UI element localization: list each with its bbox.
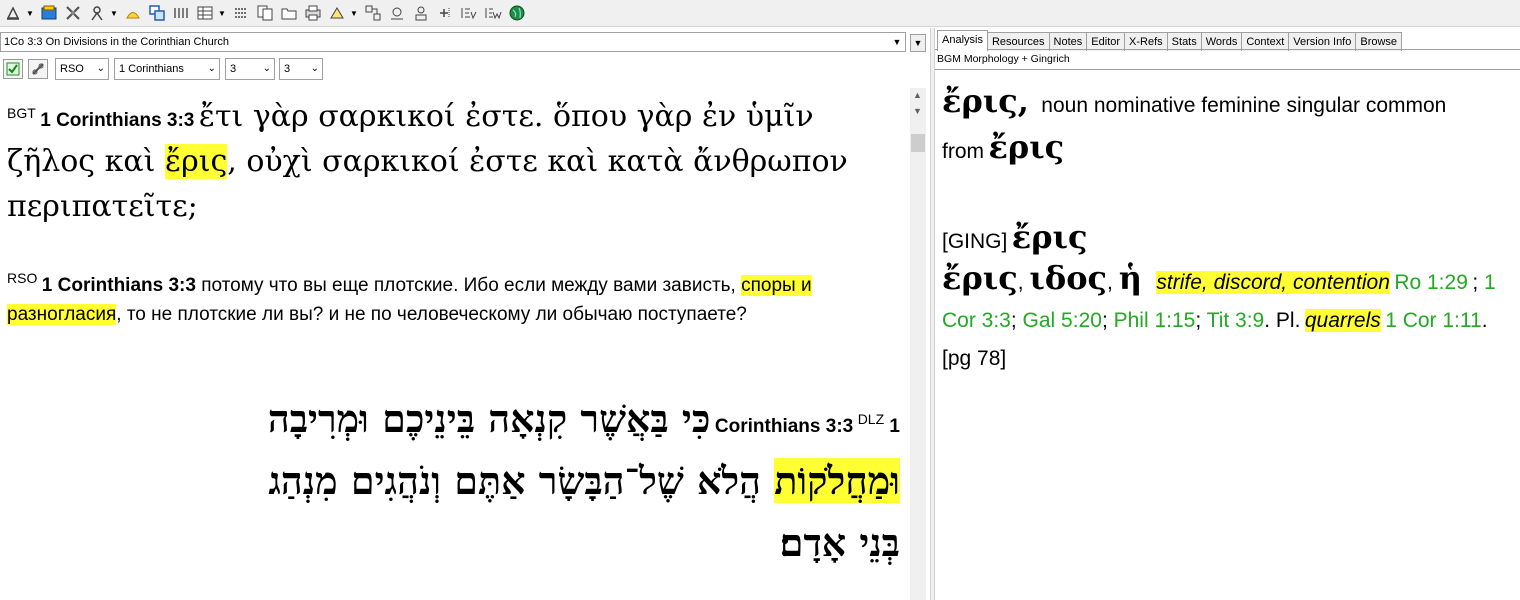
- ew-icon[interactable]: [482, 2, 504, 24]
- chevron-down-icon[interactable]: ⌄: [208, 59, 216, 79]
- gloss-highlight: strife, discord, contention: [1156, 271, 1390, 294]
- copy-icon[interactable]: [254, 2, 276, 24]
- reference-icon[interactable]: [362, 2, 384, 24]
- divider: [935, 69, 1520, 70]
- scripture-ref-link[interactable]: Phil 1:15: [1114, 309, 1196, 332]
- verse-reference[interactable]: 1 Corinthians 3:3: [42, 275, 196, 296]
- verse-text-area: BGT 1 Corinthians 3:3 ἔτι γὰρ σαρκικοί ἐ…: [0, 88, 908, 600]
- ev-icon[interactable]: [458, 2, 480, 24]
- scripture-ref-link[interactable]: 1 Cor 1:11: [1385, 309, 1482, 332]
- tab-divider: [935, 49, 1520, 50]
- lemma-word[interactable]: ἔρις: [988, 128, 1064, 166]
- hebrew-line-3: בְּנֵי אָדָם׃: [20, 512, 900, 574]
- chevron-down-icon[interactable]: ▼: [26, 2, 34, 24]
- user-icon[interactable]: [410, 2, 432, 24]
- analysis-source-label[interactable]: BGM Morphology + Gingrich: [937, 53, 1070, 65]
- lemma-line: from ἔρις: [942, 128, 1064, 166]
- hebrew-line-2: וּמַחֲלֹקוֹת הֲלֹא שֶׁל־הַבָּשָׂר אַתֶּם…: [20, 450, 900, 512]
- highlighted-word[interactable]: ἔρις: [164, 144, 228, 179]
- plural-gloss-highlight: quarrels: [1304, 309, 1381, 332]
- lexicon-entry: ἔρις, ιδος, ἡ strife, discord, contentio…: [942, 259, 1496, 370]
- morphology-line: ἔρις, noun nominative feminine singular …: [942, 82, 1446, 120]
- version-abbr: DLZ: [857, 411, 885, 427]
- page-reference: [pg 78]: [942, 347, 1007, 370]
- hebrew-text[interactable]: כִּי בַּאֲשֶׁר קִנְאָה בֵּינֵיכֶם וּמְרִ…: [268, 396, 711, 441]
- plus-icon[interactable]: [434, 2, 456, 24]
- list-icon[interactable]: [230, 2, 252, 24]
- verse-combo-value: 3: [284, 63, 291, 75]
- book-combo-value: 1 Corinthians: [119, 63, 184, 75]
- hebrew-verse: 1 Corinthians 3:3 DLZ כִּי בַּאֲשֶׁר קִנ…: [20, 388, 900, 574]
- analysis-tabs: Analysis Resources Notes Editor X-Refs S…: [937, 30, 1403, 51]
- verse-reference[interactable]: 1 Corinthians 3:3: [40, 110, 194, 131]
- russian-verse: RSO 1 Corinthians 3:3 потому что вы еще …: [7, 270, 887, 329]
- sync-check-icon[interactable]: [3, 59, 23, 79]
- chevron-down-icon[interactable]: ⌄: [263, 59, 271, 79]
- hebrew-text[interactable]: בְּנֵי אָדָם׃: [780, 520, 900, 565]
- bible-text-pane: 1Co 3:3 On Divisions in the Corinthian C…: [0, 28, 930, 600]
- entry-headword: ἔρις: [942, 259, 1018, 297]
- passage-title: 1Co 3:3 On Divisions in the Corinthian C…: [4, 36, 230, 48]
- chapter-combo[interactable]: 3 ⌄: [225, 58, 275, 80]
- lexicon-label: [GING]: [942, 230, 1008, 253]
- window-icon[interactable]: [146, 2, 168, 24]
- highlight-icon[interactable]: [326, 2, 348, 24]
- scroll-down-icon[interactable]: ▼: [913, 106, 922, 116]
- chevron-down-icon[interactable]: ▼: [350, 2, 358, 24]
- gingrich-heading: [GING] ἔρις: [942, 218, 1088, 256]
- scripture-ref-link[interactable]: Gal 5:20: [1023, 309, 1102, 332]
- chevron-down-icon[interactable]: ⌄: [97, 59, 105, 79]
- version-combo[interactable]: RSO ⌄: [55, 58, 109, 80]
- chevron-down-icon[interactable]: ▼: [218, 2, 226, 24]
- columns-icon[interactable]: [170, 2, 192, 24]
- navigation-row: RSO ⌄ 1 Corinthians ⌄ 3 ⌄ 3 ⌄: [0, 58, 930, 82]
- vertical-scrollbar[interactable]: ▲ ▼: [910, 88, 926, 600]
- verse-combo[interactable]: 3 ⌄: [279, 58, 323, 80]
- hebrew-text[interactable]: הֲלֹא שֶׁל־הַבָּשָׂר אַתֶּם וְנֹהֲגִים מ…: [268, 458, 761, 503]
- tab-analysis[interactable]: Analysis: [937, 30, 988, 51]
- entry-genitive: ιδος: [1029, 259, 1108, 297]
- analysis-icon[interactable]: [86, 2, 108, 24]
- book-combo[interactable]: 1 Corinthians ⌄: [114, 58, 220, 80]
- search-icon[interactable]: [2, 2, 24, 24]
- pane-menu-button[interactable]: ▼: [910, 34, 926, 52]
- parsing-text: noun nominative feminine singular common: [1041, 94, 1447, 117]
- tools-icon[interactable]: [62, 2, 84, 24]
- version-abbr: RSO: [7, 270, 38, 286]
- lamp-icon[interactable]: [122, 2, 144, 24]
- passage-selector[interactable]: 1Co 3:3 On Divisions in the Corinthian C…: [0, 32, 906, 52]
- lexicon-lemma: ἔρις: [1011, 218, 1088, 256]
- chevron-down-icon[interactable]: ▼: [110, 2, 118, 24]
- parsed-word: ἔρις,: [942, 82, 1029, 120]
- entry-article: ἡ: [1118, 259, 1142, 297]
- scrollbar-thumb[interactable]: [911, 134, 925, 152]
- grid-icon[interactable]: [194, 2, 216, 24]
- main-toolbar: ▼ ▼ ▼ ▼: [0, 0, 1520, 27]
- chapter-combo-value: 3: [230, 63, 237, 75]
- analysis-pane: Analysis Resources Notes Editor X-Refs S…: [935, 28, 1520, 600]
- print-icon[interactable]: [302, 2, 324, 24]
- from-label: from: [942, 140, 984, 163]
- russian-text[interactable]: потому что вы еще плотские. Ибо если меж…: [196, 275, 741, 296]
- version-combo-value: RSO: [60, 63, 84, 75]
- hebrew-line-1: 1 Corinthians 3:3 DLZ כִּי בַּאֲשֶׁר קִנ…: [20, 388, 900, 450]
- greek-verse: BGT 1 Corinthians 3:3 ἔτι γὰρ σαρκικοί ἐ…: [7, 94, 887, 229]
- open-icon[interactable]: [38, 2, 60, 24]
- chevron-down-icon[interactable]: ⌄: [311, 59, 319, 79]
- version-abbr: BGT: [7, 105, 36, 121]
- russian-text[interactable]: , то не плотские ли вы? и не по человече…: [116, 304, 747, 325]
- highlighted-word[interactable]: וּמַחֲלֹקוֹת: [774, 458, 900, 503]
- link-icon[interactable]: [28, 59, 48, 79]
- chevron-down-icon[interactable]: ▼: [891, 36, 903, 48]
- folder-icon[interactable]: [278, 2, 300, 24]
- plural-label: Pl.: [1275, 309, 1301, 332]
- scroll-up-icon[interactable]: ▲: [913, 90, 922, 100]
- scripture-ref-link[interactable]: Ro 1:29: [1394, 271, 1468, 294]
- scripture-ref-link[interactable]: Tit 3:9: [1207, 309, 1265, 332]
- passage-row: 1Co 3:3 On Divisions in the Corinthian C…: [0, 32, 930, 54]
- stat-icon[interactable]: [386, 2, 408, 24]
- globe-icon[interactable]: [506, 2, 528, 24]
